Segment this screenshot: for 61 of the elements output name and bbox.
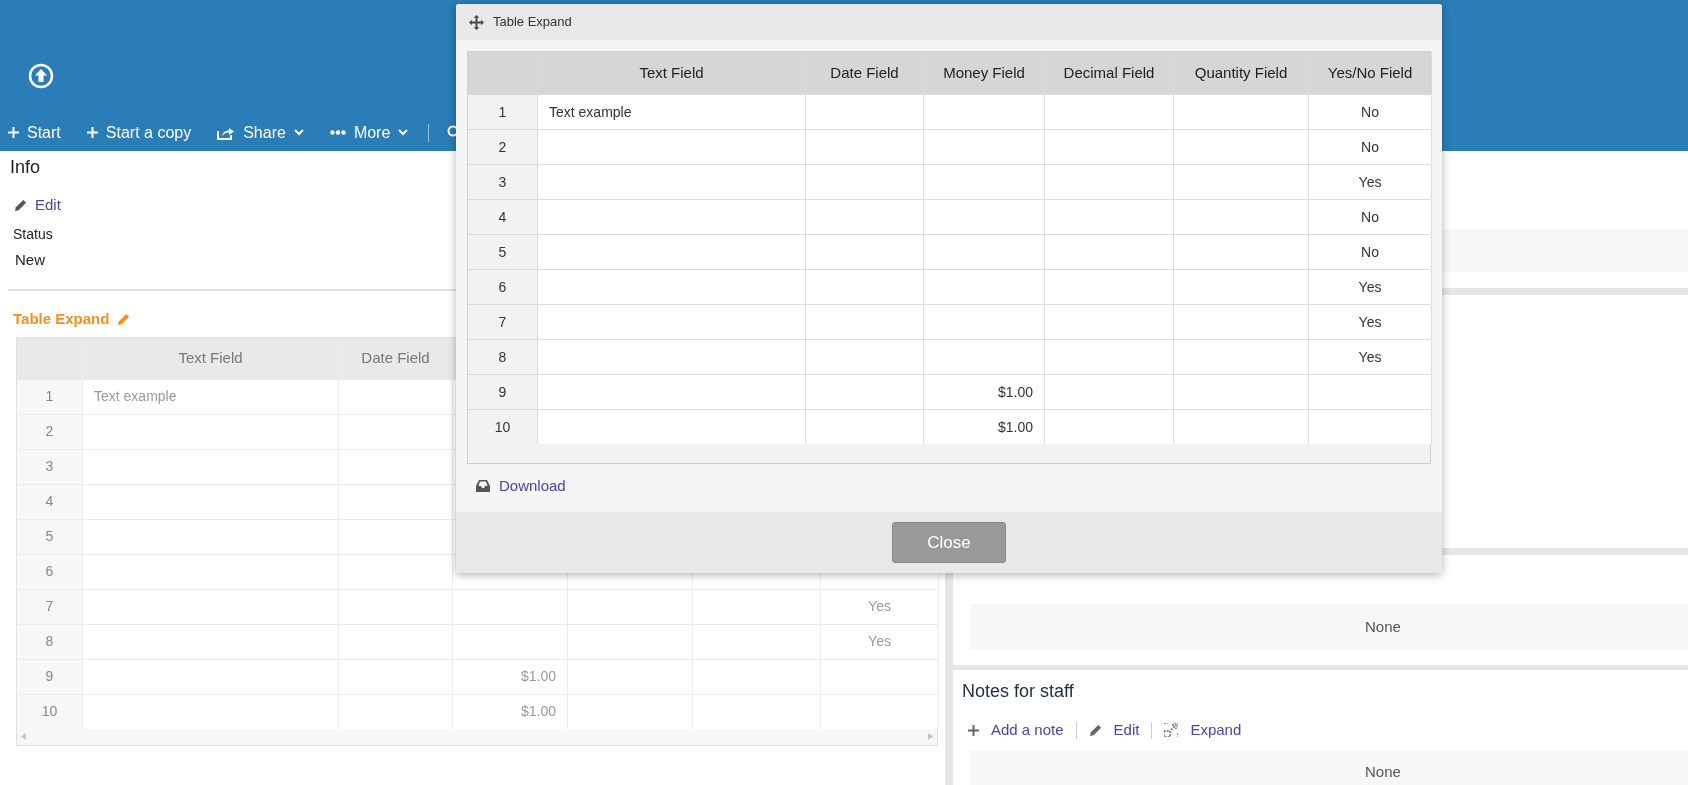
- more-icon: [329, 130, 346, 135]
- empty-value: None: [1365, 616, 1401, 637]
- modal-title: Table Expand: [493, 13, 572, 32]
- plus-icon: [8, 127, 19, 138]
- section-title: Table Expand: [13, 309, 110, 329]
- plus-icon: [968, 724, 979, 736]
- column-header: Date Field: [339, 337, 453, 379]
- column-header: Text Field: [538, 52, 806, 94]
- row-number-cell: 5: [17, 519, 83, 554]
- pencil-icon: [14, 198, 27, 212]
- pencil-icon: [1088, 723, 1102, 737]
- expand-icon: [1164, 723, 1179, 738]
- modal-title-bar[interactable]: Table Expand: [456, 4, 1442, 40]
- download-link[interactable]: Download: [476, 475, 566, 498]
- column-header: Text Field: [83, 337, 339, 379]
- row-number-cell: 9: [17, 659, 83, 694]
- row-number-cell: 2: [17, 414, 83, 449]
- field-label: Status: [13, 224, 54, 244]
- table-cell: Yes: [1309, 165, 1432, 199]
- column-header: Date Field: [806, 52, 924, 94]
- empty-value: None: [1365, 761, 1401, 782]
- toolbar-button[interactable]: More: [329, 120, 409, 145]
- table-cell: Text example: [538, 95, 806, 129]
- column-header: Decimal Field: [1045, 52, 1174, 94]
- column-header: Money Field: [924, 52, 1045, 94]
- pencil-icon[interactable]: [117, 312, 131, 326]
- plus-icon: [86, 127, 98, 138]
- row-number-cell: 10: [17, 694, 83, 729]
- tray-icon: [476, 480, 490, 493]
- row-number-cell: 7: [17, 589, 83, 624]
- field-value: New: [15, 249, 45, 270]
- upload-icon[interactable]: [28, 63, 54, 89]
- row-number-cell: 4: [17, 484, 83, 519]
- table-cell: No: [1309, 130, 1432, 164]
- section-title: Notes for staff: [961, 680, 1074, 703]
- edit-link[interactable]: Edit: [14, 194, 61, 217]
- table-cell: Yes: [1309, 270, 1432, 304]
- row-number-cell: 8: [17, 624, 83, 659]
- column-header: Yes/No Field: [1309, 52, 1432, 94]
- move-icon: [469, 14, 484, 30]
- share-icon: [217, 125, 236, 140]
- section-title: Info: [9, 156, 42, 179]
- scroll-right-icon[interactable]: [928, 733, 933, 740]
- table-cell: No: [1309, 95, 1432, 129]
- table-cell: $1.00: [924, 375, 1045, 409]
- action-link[interactable]: Add a note: [968, 719, 1064, 742]
- column-header: Quantity Field: [1174, 52, 1309, 94]
- row-number-cell: 3: [17, 449, 83, 484]
- toolbar-button[interactable]: Start a copy: [86, 120, 192, 145]
- table-cell: No: [1309, 235, 1432, 269]
- table-cell: Yes: [1309, 340, 1432, 374]
- table-cell: Yes: [1309, 305, 1432, 339]
- scroll-left-icon[interactable]: [21, 733, 26, 740]
- table-cell: $1.00: [924, 410, 1045, 444]
- action-link[interactable]: Expand: [1164, 719, 1242, 742]
- action-link[interactable]: Edit: [1088, 719, 1140, 742]
- toolbar-button[interactable]: Start: [8, 120, 61, 145]
- table-cell: No: [1309, 200, 1432, 234]
- toolbar-button[interactable]: Share: [217, 120, 304, 145]
- row-number-cell: 1: [17, 379, 83, 414]
- row-number-cell: 6: [17, 554, 83, 589]
